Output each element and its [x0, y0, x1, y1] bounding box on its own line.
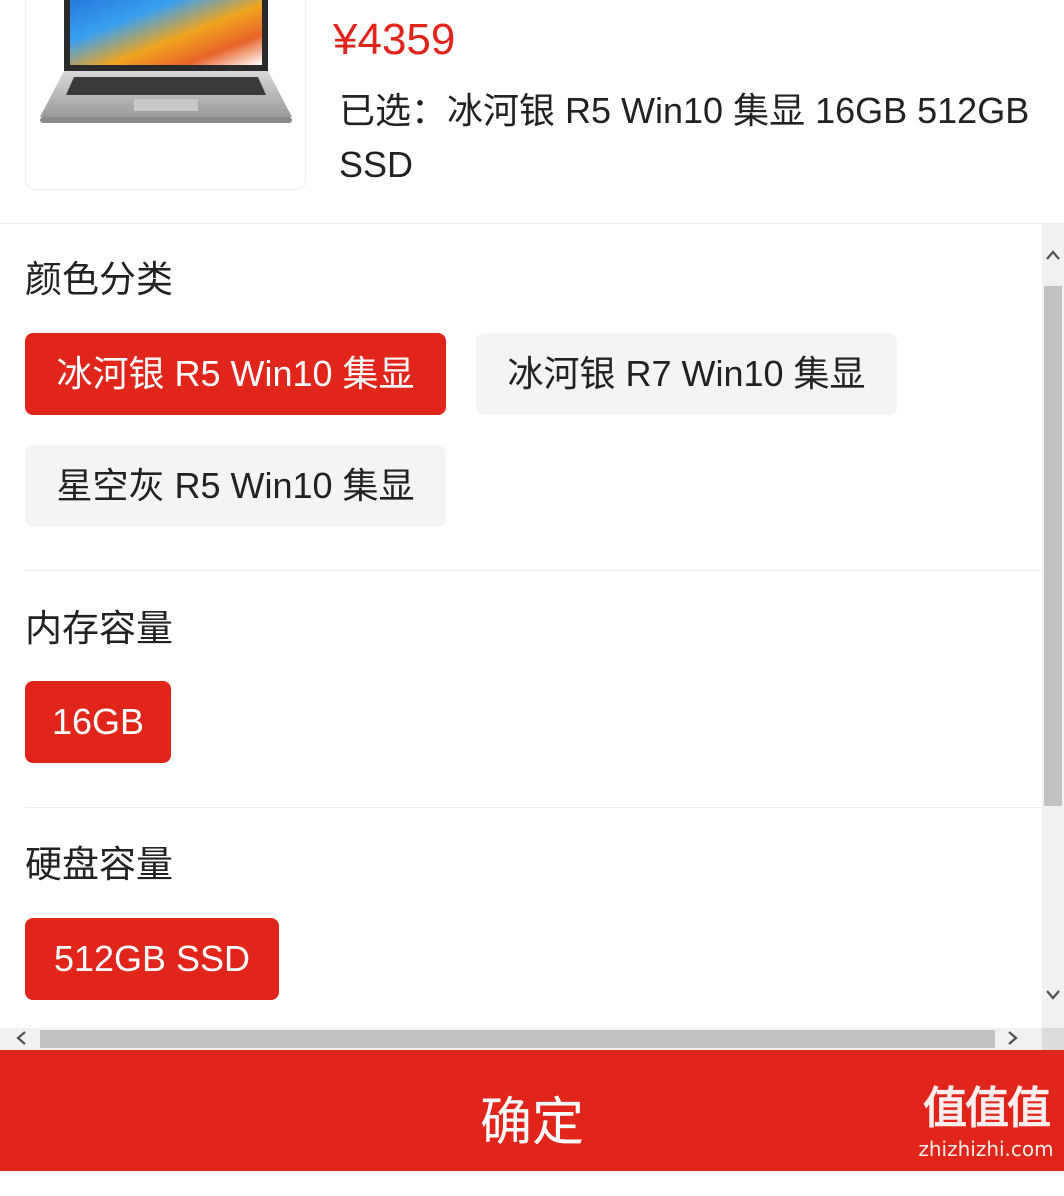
- scroll-up-icon[interactable]: [1042, 242, 1064, 268]
- price: ¥4359: [333, 15, 456, 64]
- storage-option-512gb-ssd[interactable]: 512GB SSD: [25, 918, 279, 1000]
- horizontal-scrollbar[interactable]: [0, 1028, 1042, 1050]
- product-summary: ¥4359 已选：冰河银 R5 Win10 集显 16GB 512GB SSD: [0, 0, 1064, 224]
- watermark-url: zhizhizhi.com: [918, 1137, 1054, 1161]
- site-watermark: 值值值 zhizhizhi.com: [912, 1082, 1060, 1168]
- color-option-silver-r5[interactable]: 冰河银 R5 Win10 集显: [25, 333, 446, 415]
- selected-spec-summary: 已选：冰河银 R5 Win10 集显 16GB 512GB SSD: [339, 90, 1030, 185]
- memory-section: 内存容量 16GB: [25, 571, 1042, 807]
- section-title-color: 颜色分类: [25, 259, 173, 300]
- vertical-scrollbar[interactable]: [1042, 224, 1064, 1028]
- memory-option-16gb[interactable]: 16GB: [25, 681, 171, 763]
- watermark-logo: 值值值: [923, 1083, 1051, 1134]
- horizontal-scroll-thumb[interactable]: [40, 1030, 995, 1048]
- vertical-scroll-thumb[interactable]: [1044, 286, 1062, 806]
- section-title-memory: 内存容量: [25, 608, 173, 649]
- color-option-gray-r5[interactable]: 星空灰 R5 Win10 集显: [25, 445, 446, 527]
- scroll-down-icon[interactable]: [1042, 982, 1064, 1008]
- scroll-left-icon[interactable]: [6, 1028, 36, 1050]
- laptop-image: [40, 0, 292, 123]
- storage-section: 硬盘容量 512GB SSD: [25, 808, 1042, 1048]
- color-option-silver-r7[interactable]: 冰河银 R7 Win10 集显: [476, 333, 897, 415]
- product-thumbnail: [25, 0, 306, 190]
- scroll-right-icon[interactable]: [998, 1028, 1028, 1050]
- confirm-button[interactable]: 确定: [0, 1050, 1064, 1171]
- color-section: 颜色分类 冰河银 R5 Win10 集显 冰河银 R7 Win10 集显 星空灰…: [25, 224, 1042, 570]
- section-title-storage: 硬盘容量: [25, 844, 173, 885]
- scrollbar-corner: [1042, 1028, 1064, 1050]
- options-scroll-area[interactable]: 颜色分类 冰河银 R5 Win10 集显 冰河银 R7 Win10 集显 星空灰…: [0, 224, 1064, 1050]
